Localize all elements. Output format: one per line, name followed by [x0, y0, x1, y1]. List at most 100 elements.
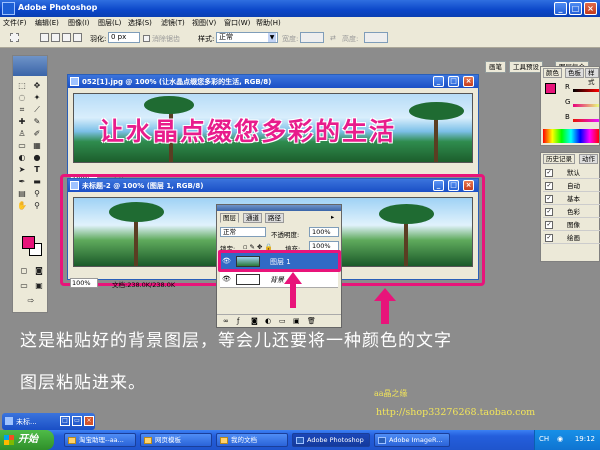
- menu-image[interactable]: 图像(I): [68, 18, 90, 28]
- list-item[interactable]: ✓ 基本: [543, 193, 600, 205]
- standard-mode-icon[interactable]: ◻: [18, 266, 30, 276]
- tab-swatches[interactable]: 色板: [565, 68, 584, 78]
- style-select[interactable]: 正常 ▼: [216, 32, 278, 43]
- doc1-maximize-button[interactable]: □: [448, 76, 459, 87]
- move-icon[interactable]: ✥: [31, 81, 43, 91]
- blend-mode-select[interactable]: 正常: [220, 227, 266, 237]
- width-input[interactable]: [300, 32, 324, 43]
- new-layer-icon[interactable]: ▣: [293, 317, 300, 325]
- add-selection-icon[interactable]: [51, 33, 60, 42]
- new-selection-icon[interactable]: [40, 33, 49, 42]
- menu-window[interactable]: 窗口(W): [224, 18, 250, 28]
- minimized-window[interactable]: 未标... □ ▭ ×: [2, 413, 95, 430]
- start-button[interactable]: 开始: [0, 430, 54, 450]
- link-icon[interactable]: ∞: [223, 317, 229, 325]
- tray-icon[interactable]: ◉: [557, 435, 563, 443]
- taskbar-button[interactable]: 网页模板: [140, 433, 212, 447]
- feather-input[interactable]: 0 px: [108, 32, 140, 43]
- palette-tab-brushes[interactable]: 画笔: [485, 61, 506, 73]
- list-item[interactable]: ✓ 图像: [543, 219, 600, 231]
- tab-channels[interactable]: 通道: [243, 213, 262, 223]
- adjustment-layer-icon[interactable]: ◐: [265, 317, 271, 325]
- quickmask-mode-icon[interactable]: ◙: [33, 266, 45, 276]
- new-group-icon[interactable]: ▭: [279, 317, 286, 325]
- swap-icon[interactable]: ⇄: [330, 34, 336, 42]
- menu-edit[interactable]: 编辑(E): [35, 18, 59, 28]
- doc2-zoom-field[interactable]: 100%: [70, 278, 98, 288]
- height-input[interactable]: [364, 32, 388, 43]
- list-item[interactable]: ✓ 自动: [543, 180, 600, 192]
- subtract-selection-icon[interactable]: [62, 33, 71, 42]
- layer-row[interactable]: 👁 背景: [220, 271, 338, 288]
- healing-brush-icon[interactable]: ✚: [16, 117, 28, 127]
- layers-panel-header[interactable]: [217, 205, 341, 211]
- type-icon[interactable]: T: [31, 165, 43, 175]
- doc2-titlebar[interactable]: 未标题-2 @ 100% (图层 1, RGB/8) _ □ ×: [68, 179, 478, 192]
- tab-styles[interactable]: 样式: [585, 68, 599, 86]
- maximize-button[interactable]: □: [569, 2, 582, 15]
- crop-icon[interactable]: ⌗: [16, 105, 28, 115]
- input-method-indicator[interactable]: CH: [539, 435, 549, 443]
- brush-icon[interactable]: ✎: [31, 117, 43, 127]
- eyedropper-icon[interactable]: ⚲: [31, 189, 43, 199]
- channel-b-slider[interactable]: [573, 119, 599, 122]
- zoom-icon[interactable]: ⚲: [31, 201, 43, 211]
- hand-icon[interactable]: ✋: [16, 201, 28, 211]
- trash-icon[interactable]: 🗑: [307, 317, 316, 325]
- channel-r-slider[interactable]: [573, 89, 599, 92]
- tab-history[interactable]: 历史记录: [543, 154, 575, 164]
- doc2-minimize-button[interactable]: _: [433, 180, 444, 191]
- marquee-icon[interactable]: ⬚: [16, 81, 28, 91]
- color-fg-swatch[interactable]: [545, 83, 556, 94]
- taskbar-button[interactable]: Adobe Photoshop: [292, 433, 370, 447]
- magic-wand-icon[interactable]: ✦: [31, 93, 43, 103]
- mask-icon[interactable]: ◙: [251, 317, 258, 325]
- color-ramp[interactable]: [543, 129, 599, 143]
- panel-menu-icon[interactable]: ▸: [329, 213, 336, 223]
- foreground-color-swatch[interactable]: [22, 236, 35, 249]
- opacity-input[interactable]: 100%: [309, 227, 339, 237]
- menu-file[interactable]: 文件(F): [3, 18, 27, 28]
- blur-icon[interactable]: ◐: [16, 153, 28, 163]
- eye-icon[interactable]: 👁: [222, 275, 231, 283]
- taskbar-button[interactable]: Adobe ImageR...: [374, 433, 450, 447]
- path-select-icon[interactable]: ➤: [16, 165, 28, 175]
- notes-icon[interactable]: ▤: [16, 189, 28, 199]
- menu-view[interactable]: 视图(V): [192, 18, 216, 28]
- restore-icon[interactable]: □: [60, 416, 70, 426]
- menu-filter[interactable]: 滤镜(T): [161, 18, 185, 28]
- doc1-minimize-button[interactable]: _: [433, 76, 444, 87]
- pen-icon[interactable]: ✒: [16, 177, 28, 187]
- list-item[interactable]: ✓ 默认: [543, 167, 600, 179]
- history-brush-icon[interactable]: ✐: [31, 129, 43, 139]
- list-item[interactable]: ✓ 绘画: [543, 232, 600, 244]
- clone-stamp-icon[interactable]: ♙: [16, 129, 28, 139]
- intersect-selection-icon[interactable]: [73, 33, 82, 42]
- marquee-tool-icon[interactable]: [10, 33, 19, 42]
- close-button[interactable]: ×: [584, 2, 597, 15]
- shape-icon[interactable]: ▬: [31, 177, 43, 187]
- screen-mode-icon[interactable]: ▭: [18, 281, 30, 291]
- gradient-icon[interactable]: ▦: [31, 141, 43, 151]
- palette-tab-tool-presets[interactable]: 工具预设: [509, 61, 543, 73]
- eraser-icon[interactable]: ▭: [16, 141, 28, 151]
- fullscreen-mode-icon[interactable]: ▣: [33, 281, 45, 291]
- document-window-1[interactable]: 052[1].jpg @ 100% (让水晶点缀您多彩的生活, RGB/8) _…: [67, 74, 479, 185]
- menu-help[interactable]: 帮助(H): [256, 18, 281, 28]
- tab-actions[interactable]: 动作: [579, 154, 598, 164]
- taskbar-button[interactable]: 淘宝助理--aa...: [64, 433, 136, 447]
- tab-layers[interactable]: 图层: [220, 213, 239, 223]
- layer-style-icon[interactable]: ƒ: [237, 317, 239, 325]
- menu-layer[interactable]: 图层(L): [98, 18, 121, 28]
- tab-paths[interactable]: 路径: [265, 213, 284, 223]
- channel-g-slider[interactable]: [573, 104, 599, 107]
- close-icon[interactable]: ×: [84, 416, 94, 426]
- minimize-button[interactable]: _: [554, 2, 567, 15]
- dodge-icon[interactable]: ●: [31, 153, 43, 163]
- menu-select[interactable]: 选择(S): [128, 18, 152, 28]
- imageready-jump-icon[interactable]: ⇨: [25, 296, 37, 306]
- doc1-close-button[interactable]: ×: [463, 76, 474, 87]
- doc1-titlebar[interactable]: 052[1].jpg @ 100% (让水晶点缀您多彩的生活, RGB/8) _…: [68, 75, 478, 88]
- doc2-close-button[interactable]: ×: [463, 180, 474, 191]
- doc1-canvas[interactable]: 让水晶点缀您多彩的生活: [73, 93, 473, 163]
